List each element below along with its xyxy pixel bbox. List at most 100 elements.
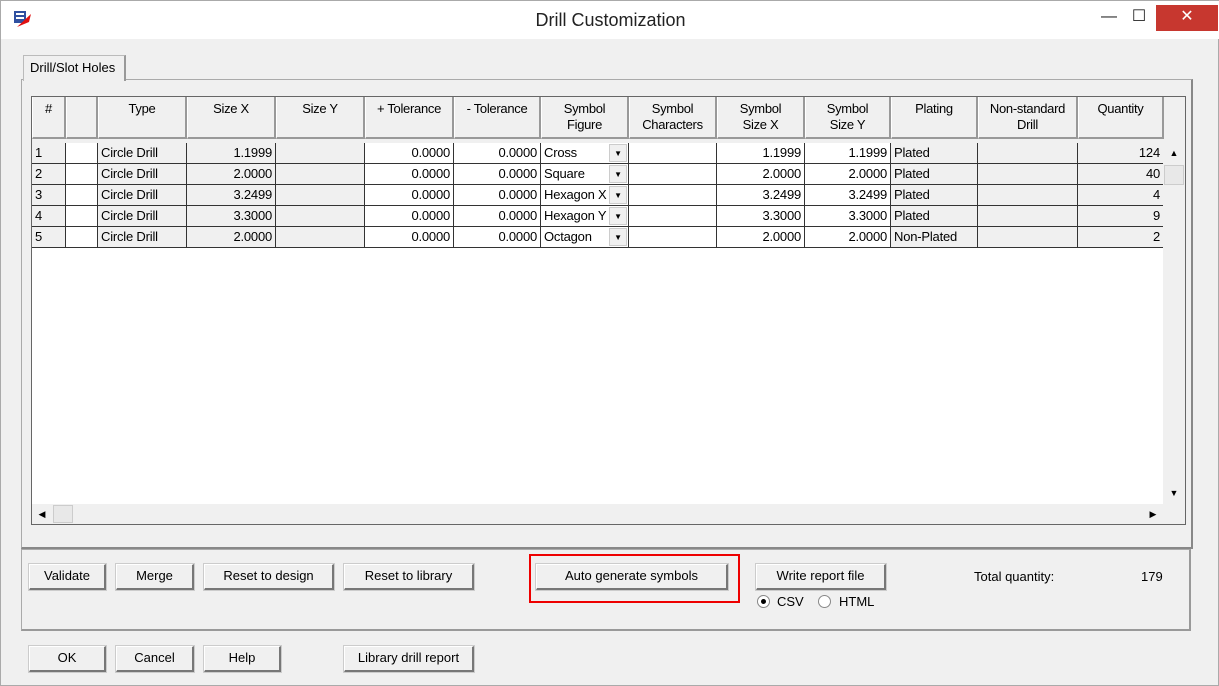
- cell-plating[interactable]: Plated: [891, 185, 978, 206]
- scroll-down-icon[interactable]: ▼: [1164, 483, 1184, 503]
- scroll-left-icon[interactable]: ◀: [32, 504, 52, 524]
- cell-num[interactable]: 5: [32, 227, 66, 248]
- tab-drill-slot-holes[interactable]: Drill/Slot Holes: [23, 55, 126, 81]
- merge-button[interactable]: Merge: [115, 563, 195, 591]
- column-header-quantity[interactable]: Quantity: [1078, 97, 1164, 139]
- cell-plus-tolerance[interactable]: 0.0000: [365, 185, 454, 206]
- cell-size-y[interactable]: [276, 185, 365, 206]
- scroll-right-icon[interactable]: ▶: [1143, 504, 1163, 524]
- vertical-scroll-thumb[interactable]: [1164, 165, 1184, 185]
- column-header-symbol-size-y[interactable]: Symbol Size Y: [805, 97, 891, 139]
- cell-minus-tolerance[interactable]: 0.0000: [454, 206, 541, 227]
- ok-button[interactable]: OK: [28, 645, 107, 673]
- cell-blank[interactable]: [66, 143, 98, 164]
- cell-size-x[interactable]: 1.1999: [187, 143, 276, 164]
- cell-type[interactable]: Circle Drill: [98, 185, 187, 206]
- cell-non-standard-drill[interactable]: [978, 227, 1078, 248]
- cell-quantity[interactable]: 4: [1078, 185, 1164, 206]
- cell-size-y[interactable]: [276, 143, 365, 164]
- reset-to-design-button[interactable]: Reset to design: [203, 563, 335, 591]
- column-header-minus-tolerance[interactable]: - Tolerance: [454, 97, 541, 139]
- cell-blank[interactable]: [66, 227, 98, 248]
- auto-generate-symbols-button[interactable]: Auto generate symbols: [535, 563, 729, 591]
- cell-num[interactable]: 2: [32, 164, 66, 185]
- column-header-plating[interactable]: Plating: [891, 97, 978, 139]
- close-button[interactable]: ✕: [1156, 5, 1218, 31]
- column-header-blank[interactable]: [66, 97, 98, 139]
- column-header-non-standard-drill[interactable]: Non-standard Drill: [978, 97, 1078, 139]
- column-header-size-x[interactable]: Size X: [187, 97, 276, 139]
- column-header-symbol-figure[interactable]: Symbol Figure: [541, 97, 629, 139]
- cell-size-x[interactable]: 3.2499: [187, 185, 276, 206]
- validate-button[interactable]: Validate: [28, 563, 107, 591]
- column-header-symbol-characters[interactable]: Symbol Characters: [629, 97, 717, 139]
- library-drill-report-button[interactable]: Library drill report: [343, 645, 475, 673]
- cell-size-y[interactable]: [276, 206, 365, 227]
- cell-plus-tolerance[interactable]: 0.0000: [365, 164, 454, 185]
- cell-symbol-characters[interactable]: [629, 164, 717, 185]
- cell-blank[interactable]: [66, 185, 98, 206]
- cell-size-x[interactable]: 2.0000: [187, 164, 276, 185]
- column-header-plus-tolerance[interactable]: + Tolerance: [365, 97, 454, 139]
- cell-symbol-size-x[interactable]: 2.0000: [717, 227, 805, 248]
- html-radio[interactable]: [818, 595, 831, 608]
- help-button[interactable]: Help: [203, 645, 282, 673]
- cell-type[interactable]: Circle Drill: [98, 164, 187, 185]
- cell-size-y[interactable]: [276, 164, 365, 185]
- scroll-up-icon[interactable]: ▲: [1164, 143, 1184, 163]
- cell-symbol-size-y[interactable]: 2.0000: [805, 164, 891, 185]
- cell-symbol-characters[interactable]: [629, 185, 717, 206]
- cell-symbol-size-y[interactable]: 3.2499: [805, 185, 891, 206]
- cell-symbol-size-x[interactable]: 3.2499: [717, 185, 805, 206]
- cell-non-standard-drill[interactable]: [978, 143, 1078, 164]
- cell-symbol-size-y[interactable]: 2.0000: [805, 227, 891, 248]
- cancel-button[interactable]: Cancel: [115, 645, 195, 673]
- cell-minus-tolerance[interactable]: 0.0000: [454, 227, 541, 248]
- column-header-num[interactable]: #: [32, 97, 66, 139]
- cell-num[interactable]: 1: [32, 143, 66, 164]
- csv-radio[interactable]: [757, 595, 770, 608]
- cell-plating[interactable]: Plated: [891, 164, 978, 185]
- cell-type[interactable]: Circle Drill: [98, 206, 187, 227]
- reset-to-library-button[interactable]: Reset to library: [343, 563, 475, 591]
- cell-symbol-figure[interactable]: Square ▼: [541, 164, 629, 185]
- dropdown-arrow-icon[interactable]: ▼: [609, 186, 627, 204]
- column-header-size-y[interactable]: Size Y: [276, 97, 365, 139]
- cell-symbol-characters[interactable]: [629, 143, 717, 164]
- cell-symbol-characters[interactable]: [629, 227, 717, 248]
- cell-size-y[interactable]: [276, 227, 365, 248]
- cell-quantity[interactable]: 40: [1078, 164, 1164, 185]
- cell-blank[interactable]: [66, 164, 98, 185]
- cell-quantity[interactable]: 124: [1078, 143, 1164, 164]
- dropdown-arrow-icon[interactable]: ▼: [609, 144, 627, 162]
- cell-plus-tolerance[interactable]: 0.0000: [365, 143, 454, 164]
- cell-symbol-size-x[interactable]: 3.3000: [717, 206, 805, 227]
- cell-symbol-characters[interactable]: [629, 206, 717, 227]
- cell-plating[interactable]: Non-Plated: [891, 227, 978, 248]
- dropdown-arrow-icon[interactable]: ▼: [609, 207, 627, 225]
- cell-symbol-size-y[interactable]: 1.1999: [805, 143, 891, 164]
- cell-symbol-figure[interactable]: Hexagon X ▼: [541, 185, 629, 206]
- cell-plating[interactable]: Plated: [891, 206, 978, 227]
- cell-minus-tolerance[interactable]: 0.0000: [454, 164, 541, 185]
- horizontal-scrollbar[interactable]: ◀ ▶: [32, 504, 1163, 524]
- cell-non-standard-drill[interactable]: [978, 164, 1078, 185]
- cell-symbol-figure[interactable]: Cross ▼: [541, 143, 629, 164]
- cell-symbol-size-x[interactable]: 2.0000: [717, 164, 805, 185]
- cell-quantity[interactable]: 2: [1078, 227, 1164, 248]
- column-header-type[interactable]: Type: [98, 97, 187, 139]
- cell-type[interactable]: Circle Drill: [98, 143, 187, 164]
- cell-minus-tolerance[interactable]: 0.0000: [454, 185, 541, 206]
- cell-non-standard-drill[interactable]: [978, 185, 1078, 206]
- cell-size-x[interactable]: 3.3000: [187, 206, 276, 227]
- cell-blank[interactable]: [66, 206, 98, 227]
- cell-minus-tolerance[interactable]: 0.0000: [454, 143, 541, 164]
- dropdown-arrow-icon[interactable]: ▼: [609, 165, 627, 183]
- cell-num[interactable]: 4: [32, 206, 66, 227]
- cell-non-standard-drill[interactable]: [978, 206, 1078, 227]
- cell-plus-tolerance[interactable]: 0.0000: [365, 227, 454, 248]
- column-header-symbol-size-x[interactable]: Symbol Size X: [717, 97, 805, 139]
- cell-num[interactable]: 3: [32, 185, 66, 206]
- horizontal-scroll-thumb[interactable]: [53, 505, 73, 523]
- cell-symbol-size-x[interactable]: 1.1999: [717, 143, 805, 164]
